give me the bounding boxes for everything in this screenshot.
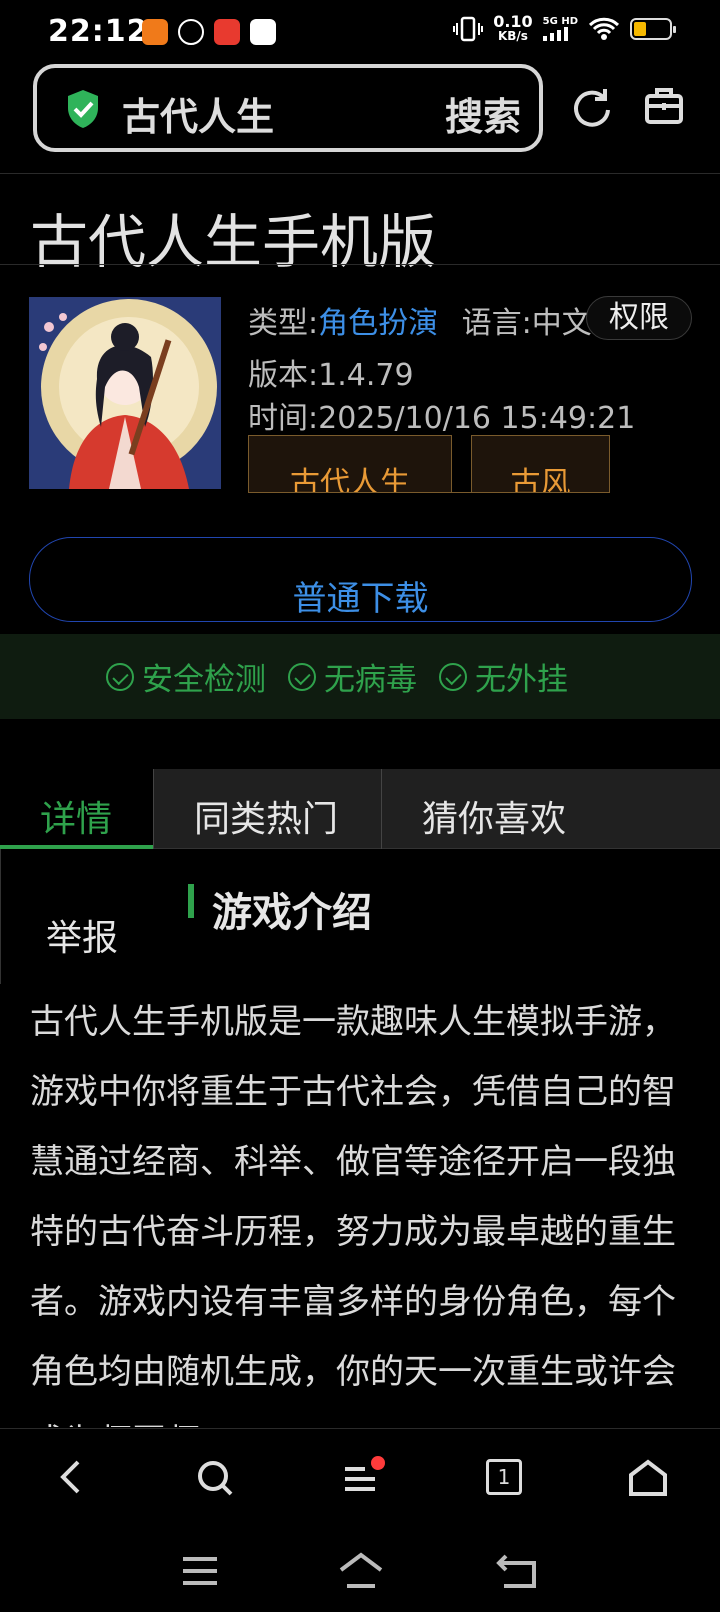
home-icon[interactable] bbox=[338, 1552, 384, 1590]
recents-icon[interactable] bbox=[181, 1556, 219, 1586]
notification-dot bbox=[371, 1456, 385, 1470]
safety-item: 无病毒 bbox=[288, 654, 417, 699]
back-icon[interactable] bbox=[496, 1552, 538, 1590]
wifi-icon bbox=[588, 17, 620, 40]
back-icon[interactable] bbox=[58, 1459, 84, 1495]
permission-button[interactable]: 权限 bbox=[586, 296, 692, 340]
status-bar: 22:12 0.10 KB/s 5G HD bbox=[0, 0, 720, 62]
refresh-icon[interactable] bbox=[572, 86, 612, 128]
status-notification-icons bbox=[142, 19, 276, 45]
header-divider bbox=[0, 173, 720, 174]
status-right: 0.10 KB/s 5G HD bbox=[453, 12, 676, 44]
battery-icon bbox=[630, 18, 676, 40]
toolbox-icon[interactable] bbox=[644, 86, 684, 126]
signal-icon: 5G HD bbox=[542, 17, 578, 41]
search-query[interactable]: 古代人生 bbox=[122, 86, 274, 141]
app-notification-icon bbox=[142, 19, 168, 45]
news-notification-icon bbox=[250, 19, 276, 45]
toutiao-notification-icon bbox=[214, 19, 240, 45]
app-version: 版本:1.4.79 bbox=[248, 358, 414, 393]
tab-details[interactable]: 详情 bbox=[0, 769, 153, 849]
safety-item: 安全检测 bbox=[106, 654, 266, 699]
tabs-icon[interactable]: 1 bbox=[486, 1459, 522, 1495]
home-icon[interactable] bbox=[628, 1459, 668, 1497]
section-accent-bar bbox=[188, 884, 194, 918]
check-circle-icon bbox=[439, 662, 467, 691]
tab-separator bbox=[381, 769, 382, 849]
tag-1[interactable]: 古代人生 bbox=[248, 435, 452, 493]
safety-item: 无外挂 bbox=[439, 654, 568, 699]
app-type: 类型:角色扮演 语言:中文 bbox=[248, 306, 592, 341]
browser-nav: 1 bbox=[0, 1428, 720, 1528]
tab-separator bbox=[153, 769, 154, 849]
title-divider bbox=[0, 264, 720, 265]
app-type-link[interactable]: 角色扮演 bbox=[318, 306, 438, 341]
tab-guess-you-like[interactable]: 猜你喜欢 bbox=[382, 769, 720, 849]
link-notification-icon bbox=[178, 19, 204, 45]
app-update-time: 时间:2025/10/16 15:49:21 bbox=[248, 401, 636, 436]
tab-similar-hot[interactable]: 同类热门 bbox=[153, 769, 381, 849]
status-time: 22:12 bbox=[48, 14, 149, 49]
search-icon[interactable] bbox=[196, 1459, 234, 1497]
search-button[interactable]: 搜索 bbox=[445, 86, 521, 141]
game-intro-text: 古代人生手机版是一款趣味人生模拟手游，游戏中你将重生于古代社会，凭借自己的智慧通… bbox=[30, 1002, 676, 1427]
net-speed: 0.10 KB/s bbox=[493, 12, 533, 44]
vibrate-icon bbox=[453, 16, 484, 42]
shield-icon bbox=[68, 90, 98, 128]
download-button[interactable]: 普通下载 bbox=[29, 537, 692, 622]
report-button[interactable]: 举报 bbox=[0, 849, 153, 984]
tag-2[interactable]: 古风 bbox=[471, 435, 610, 493]
check-circle-icon bbox=[106, 662, 134, 691]
check-circle-icon bbox=[288, 662, 316, 691]
search-bar[interactable]: 古代人生 搜索 bbox=[33, 64, 543, 152]
app-icon bbox=[29, 297, 221, 489]
page-title: 古代人生手机版 bbox=[30, 208, 437, 276]
tag-underline bbox=[248, 492, 610, 493]
menu-icon[interactable] bbox=[343, 1465, 377, 1493]
section-title: 游戏介绍 bbox=[212, 890, 372, 936]
tab-bar: 详情 同类热门 猜你喜欢 bbox=[0, 769, 720, 849]
safety-strip: 安全检测 无病毒 无外挂 bbox=[0, 634, 720, 719]
system-nav bbox=[0, 1528, 720, 1612]
